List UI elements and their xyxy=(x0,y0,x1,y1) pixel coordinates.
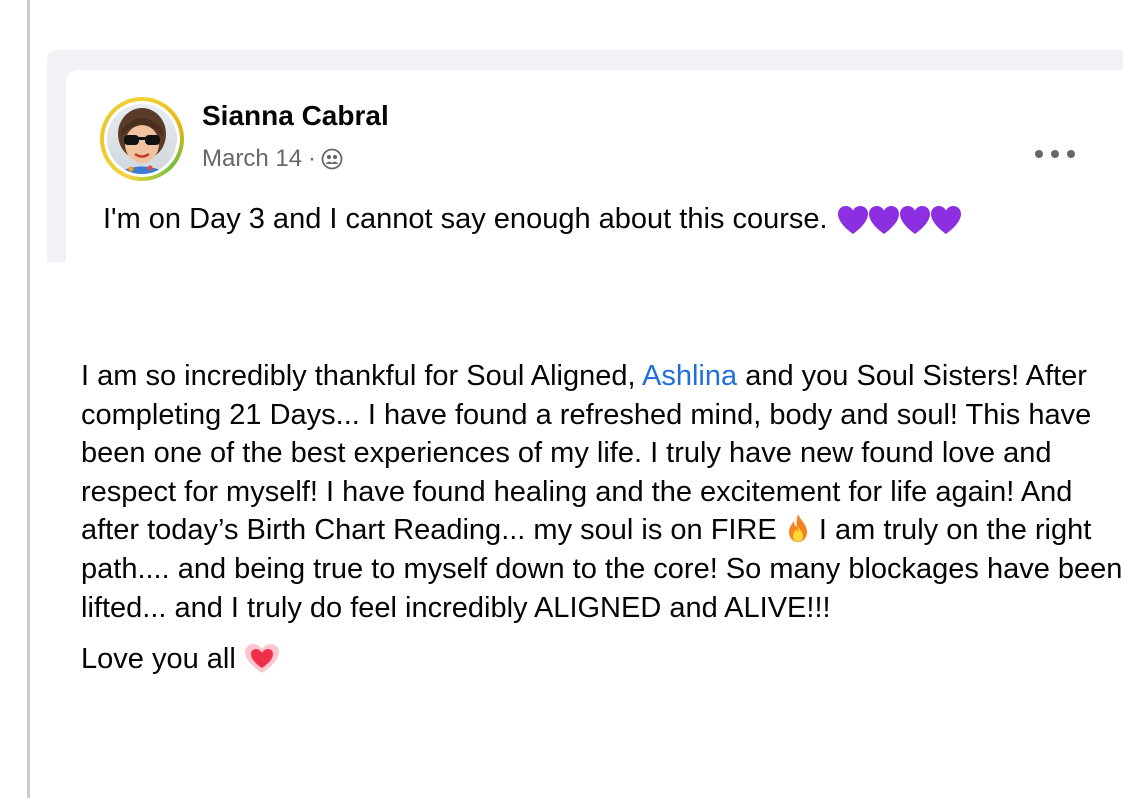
post-text: I'm on Day 3 and I cannot say enough abo… xyxy=(103,203,964,236)
more-options-icon xyxy=(1067,150,1075,158)
more-options-button[interactable] xyxy=(1035,142,1075,166)
more-options-icon xyxy=(1051,150,1059,158)
closing-line: Love you all xyxy=(81,640,1129,679)
left-divider xyxy=(27,0,30,798)
avatar-photo xyxy=(107,104,177,174)
meta-separator: · xyxy=(308,145,317,172)
fire-icon xyxy=(788,514,807,543)
child-portrait-icon xyxy=(115,108,169,174)
heart-icon xyxy=(244,644,279,674)
mention-link[interactable]: Ashlina xyxy=(642,360,737,392)
closing-text: Love you all xyxy=(81,643,236,676)
author-name[interactable]: Sianna Cabral xyxy=(202,100,389,132)
post-body: Sianna Cabral March 14 · I'm on Day 3 an… xyxy=(66,70,1123,262)
purple-hearts xyxy=(837,205,964,235)
group-audience-icon[interactable] xyxy=(321,148,343,170)
post-date[interactable]: March 14 xyxy=(202,145,302,173)
testimonial-text: I am so incredibly thankful for Soul Ali… xyxy=(81,357,1129,679)
purple-heart-icon xyxy=(837,205,961,234)
avatar[interactable] xyxy=(100,97,184,181)
post-text-content: I'm on Day 3 and I cannot say enough abo… xyxy=(103,203,828,235)
embedded-post-card: Sianna Cabral March 14 · I'm on Day 3 an… xyxy=(47,50,1123,262)
post-meta: March 14 · xyxy=(202,145,343,173)
testimonial-paragraph: I am so incredibly thankful for Soul Ali… xyxy=(81,357,1129,627)
more-options-icon xyxy=(1035,150,1043,158)
testimonial-part-1: I am so incredibly thankful for Soul Ali… xyxy=(81,360,636,392)
